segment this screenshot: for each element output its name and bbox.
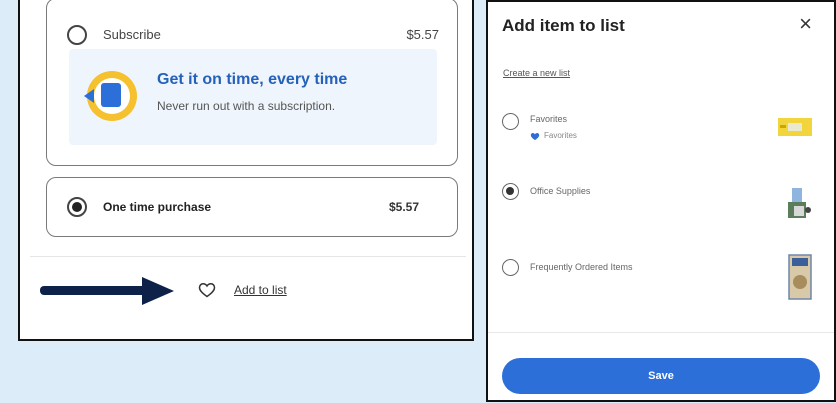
add-to-list-link[interactable]: Add to list xyxy=(234,283,287,297)
close-icon[interactable]: × xyxy=(799,13,812,35)
one-time-radio[interactable] xyxy=(67,197,87,217)
promo-title: Get it on time, every time xyxy=(157,71,348,88)
list-name-frequently-ordered: Frequently Ordered Items xyxy=(530,262,633,272)
promo-subtitle: Never run out with a subscription. xyxy=(157,99,336,113)
heart-filled-icon xyxy=(530,133,540,141)
one-time-price: $5.57 xyxy=(388,200,419,214)
frequently-ordered-radio[interactable] xyxy=(502,259,519,276)
office-supplies-radio[interactable] xyxy=(502,183,519,200)
divider xyxy=(30,256,466,257)
list-name-favorites: Favorites xyxy=(530,114,568,124)
product-thumbnail xyxy=(778,118,812,136)
product-thumbnail xyxy=(788,188,811,218)
subscribe-price: $5.57 xyxy=(406,27,439,42)
modal-title: Add item to list xyxy=(502,16,625,35)
one-time-label: One time purchase xyxy=(103,200,212,214)
subscribe-label: Subscribe xyxy=(103,27,161,42)
add-item-to-list-modal: Add item to list × Create a new list Fav… xyxy=(486,0,836,402)
favorites-radio[interactable] xyxy=(502,113,519,130)
list-item-office-supplies[interactable]: Office Supplies xyxy=(488,180,834,240)
save-button[interactable]: Save xyxy=(502,358,820,394)
one-time-purchase-card[interactable]: One time purchase $5.57 xyxy=(46,177,458,237)
subscribe-radio[interactable] xyxy=(67,25,87,45)
list-item-favorites[interactable]: Favorites Favorites xyxy=(488,110,834,170)
subscribe-option-card[interactable]: Subscribe $5.57 Get it on time, every ti… xyxy=(46,0,458,166)
heart-outline-icon[interactable] xyxy=(198,282,216,298)
subscription-calendar-icon xyxy=(84,71,137,121)
create-new-list-link[interactable]: Create a new list xyxy=(503,68,570,78)
right-arrow-head xyxy=(142,277,174,305)
product-thumbnail xyxy=(788,254,812,300)
subscription-promo: Get it on time, every time Never run out… xyxy=(69,49,437,145)
favorites-sublabel: Favorites xyxy=(544,131,577,140)
right-arrow-icon xyxy=(40,286,150,295)
modal-footer: Save xyxy=(488,332,834,403)
list-item-frequently-ordered[interactable]: Frequently Ordered Items xyxy=(488,254,834,316)
list-name-office-supplies: Office Supplies xyxy=(530,186,591,196)
